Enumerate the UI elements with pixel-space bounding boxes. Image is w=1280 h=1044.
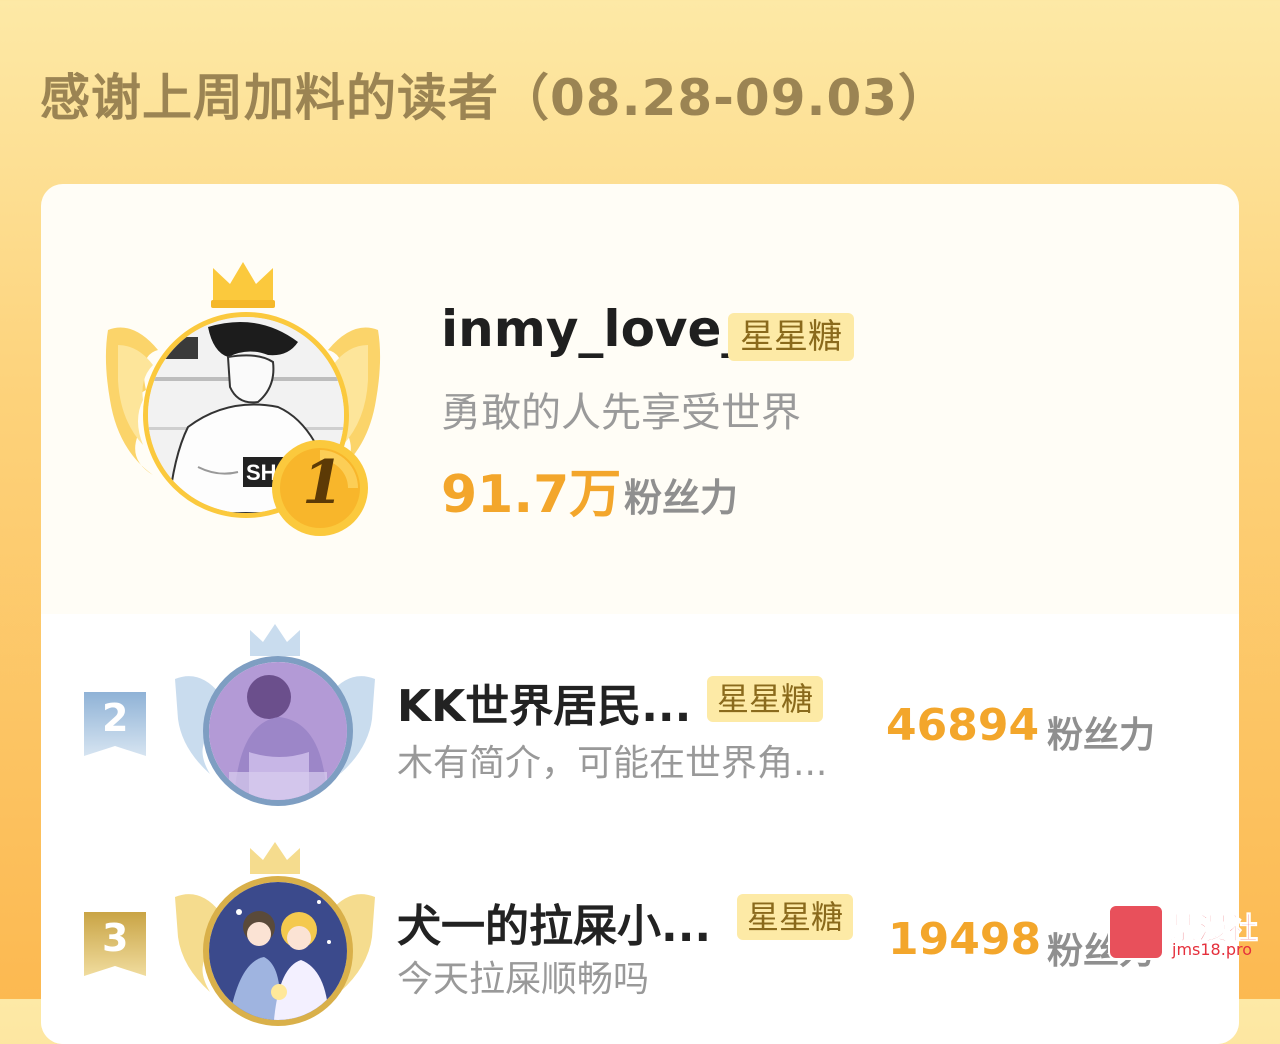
- reader-fans-label: 粉丝力: [1047, 715, 1156, 756]
- reader-name[interactable]: KK世界居民...: [397, 670, 691, 734]
- rank-1-number: 1: [302, 448, 344, 518]
- reader-bio: 今天拉屎顺畅吗: [397, 959, 650, 1000]
- reader-bio: 木有简介，可能在世界角...: [397, 743, 828, 784]
- reader-fans-value: 19498: [888, 914, 1042, 965]
- avatar-image: [209, 662, 347, 800]
- reader-name[interactable]: 犬一的拉屎小...: [397, 890, 711, 954]
- avatar-image: [209, 882, 347, 1020]
- rank-2-number: 2: [102, 696, 129, 740]
- top-reader-bio: 勇敢的人先享受世界: [441, 390, 801, 436]
- avatar[interactable]: [203, 876, 353, 1026]
- top-reader-fans-value: 91.7万: [441, 465, 622, 525]
- watermark: 禁漫社 jms18.pro: [1108, 904, 1268, 964]
- watermark-url: jms18.pro: [1172, 940, 1252, 959]
- reader-tag-badge: 星星糖: [737, 894, 854, 940]
- watermark-logo-icon: [1108, 904, 1164, 960]
- page-title: 感谢上周加料的读者（08.28-09.03）: [40, 69, 950, 127]
- reader-tag-badge: 星星糖: [728, 313, 854, 361]
- reader-tag-badge: 星星糖: [707, 676, 824, 722]
- top-reader-name[interactable]: inmy_love_: [441, 300, 746, 358]
- top-reader-fans-label: 粉丝力: [624, 476, 739, 520]
- reader-fans-value: 46894: [886, 700, 1040, 751]
- rank-3-number: 3: [102, 916, 129, 960]
- avatar[interactable]: [203, 656, 353, 806]
